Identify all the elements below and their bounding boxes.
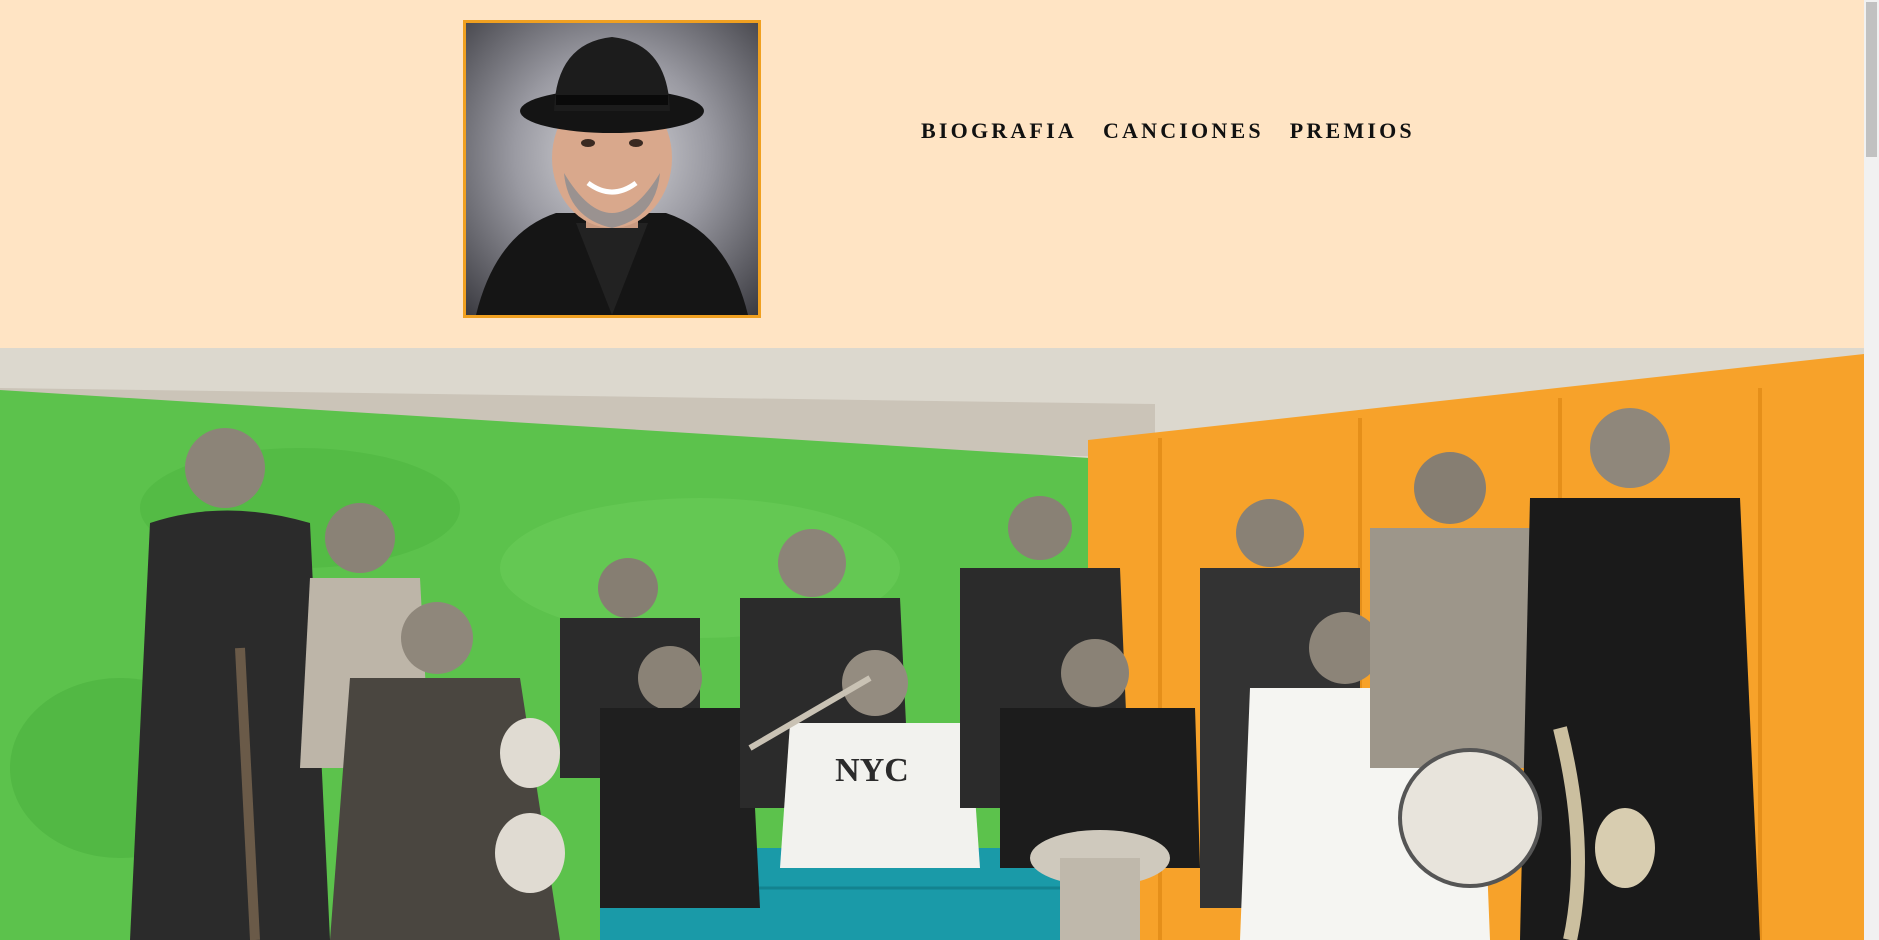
svg-text:NYC: NYC <box>835 752 909 789</box>
hero-band-photo: NYC <box>0 348 1864 940</box>
page-scrollbar[interactable] <box>1864 0 1879 940</box>
artist-portrait[interactable] <box>463 20 761 318</box>
site-header: BIOGRAFIA CANCIONES PREMIOS <box>0 0 1864 348</box>
nav-link-canciones[interactable]: CANCIONES <box>1103 118 1264 144</box>
main-nav: BIOGRAFIA CANCIONES PREMIOS <box>921 118 1415 144</box>
band-photo-icon: NYC <box>0 348 1864 940</box>
portrait-photo-icon <box>476 37 748 315</box>
scrollbar-thumb[interactable] <box>1866 2 1877 157</box>
nav-link-premios[interactable]: PREMIOS <box>1290 118 1415 144</box>
nav-link-biografia[interactable]: BIOGRAFIA <box>921 118 1077 144</box>
